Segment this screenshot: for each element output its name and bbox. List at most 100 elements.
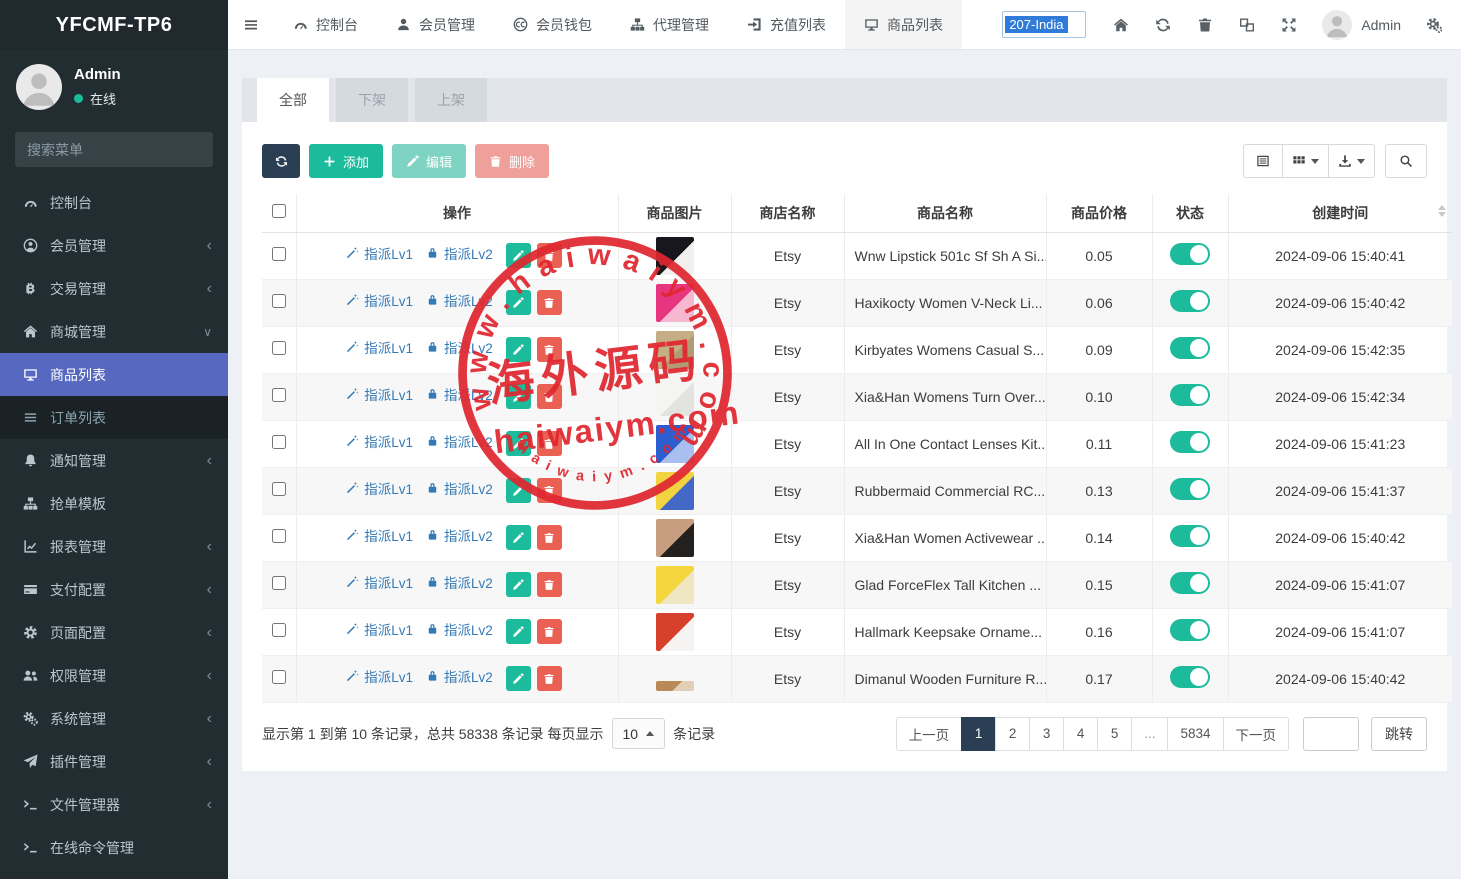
row-checkbox[interactable] (272, 623, 286, 637)
sidebar-item-7[interactable]: 抢单模板 (0, 482, 228, 525)
row-checkbox[interactable] (272, 529, 286, 543)
sidebar-item-4[interactable]: 商品列表 (0, 353, 228, 396)
assign-lv1-link[interactable]: 指派Lv1 (346, 243, 413, 263)
assign-lv2-link[interactable]: 指派Lv2 (426, 337, 493, 357)
sidebar-item-6[interactable]: 通知管理‹ (0, 439, 228, 482)
trash-icon[interactable] (1184, 0, 1226, 50)
refresh-button[interactable] (262, 144, 300, 178)
assign-lv2-link[interactable]: 指派Lv2 (426, 290, 493, 310)
status-toggle[interactable] (1170, 290, 1210, 312)
search-button[interactable] (1385, 144, 1427, 178)
page-button-5[interactable]: 5 (1097, 717, 1132, 751)
export-button[interactable] (1328, 144, 1375, 178)
status-toggle[interactable] (1170, 337, 1210, 359)
quick-search-input[interactable]: 207-India (1002, 11, 1086, 38)
columns-view-button[interactable] (1282, 144, 1329, 178)
row-checkbox[interactable] (272, 576, 286, 590)
sidebar-item-9[interactable]: 支付配置‹ (0, 568, 228, 611)
assign-lv1-link[interactable]: 指派Lv1 (346, 666, 413, 686)
edit-button[interactable]: 编辑 (392, 144, 466, 178)
row-checkbox[interactable] (272, 247, 286, 261)
sidebar-item-11[interactable]: 权限管理‹ (0, 654, 228, 697)
assign-lv1-link[interactable]: 指派Lv1 (346, 525, 413, 545)
assign-lv2-link[interactable]: 指派Lv2 (426, 572, 493, 592)
sidebar-item-2[interactable]: 交易管理‹ (0, 267, 228, 310)
sidebar-item-10[interactable]: 页面配置‹ (0, 611, 228, 654)
delete-button[interactable]: 删除 (475, 144, 549, 178)
status-toggle[interactable] (1170, 666, 1210, 688)
sidebar-item-14[interactable]: 文件管理器‹ (0, 783, 228, 826)
settings-gear-icon[interactable] (1413, 0, 1455, 50)
assign-lv1-link[interactable]: 指派Lv1 (346, 478, 413, 498)
assign-lv2-link[interactable]: 指派Lv2 (426, 478, 493, 498)
assign-lv2-link[interactable]: 指派Lv2 (426, 243, 493, 263)
row-edit-button[interactable] (506, 478, 531, 503)
page-button-3[interactable]: 3 (1029, 717, 1064, 751)
row-edit-button[interactable] (506, 337, 531, 362)
status-toggle[interactable] (1170, 431, 1210, 453)
row-edit-button[interactable] (506, 431, 531, 456)
row-edit-button[interactable] (506, 666, 531, 691)
assign-lv1-link[interactable]: 指派Lv1 (346, 384, 413, 404)
page-button-上一页[interactable]: 上一页 (896, 717, 963, 751)
navbar-item-3[interactable]: 代理管理 (611, 0, 728, 49)
sidebar-item-0[interactable]: 控制台 (0, 181, 228, 224)
row-delete-button[interactable] (537, 572, 562, 597)
navbar-item-2[interactable]: 会员钱包 (494, 0, 611, 49)
navbar-item-1[interactable]: 会员管理 (377, 0, 494, 49)
list-view-button[interactable] (1243, 144, 1283, 178)
status-toggle[interactable] (1170, 572, 1210, 594)
assign-lv2-link[interactable]: 指派Lv2 (426, 384, 493, 404)
row-edit-button[interactable] (506, 243, 531, 268)
status-toggle[interactable] (1170, 384, 1210, 406)
row-delete-button[interactable] (537, 290, 562, 315)
row-edit-button[interactable] (506, 290, 531, 315)
row-checkbox[interactable] (272, 341, 286, 355)
tab-0[interactable]: 全部 (257, 78, 329, 122)
sidebar-item-12[interactable]: 系统管理‹ (0, 697, 228, 740)
jump-page-input[interactable] (1303, 717, 1359, 751)
row-edit-button[interactable] (506, 619, 531, 644)
row-edit-button[interactable] (506, 525, 531, 550)
sidebar-item-3[interactable]: 商城管理∨ (0, 310, 228, 353)
row-delete-button[interactable] (537, 431, 562, 456)
row-edit-button[interactable] (506, 384, 531, 409)
navbar-item-4[interactable]: 充值列表 (728, 0, 845, 49)
add-button[interactable]: 添加 (309, 144, 383, 178)
jump-button[interactable]: 跳转 (1371, 717, 1427, 751)
assign-lv2-link[interactable]: 指派Lv2 (426, 619, 493, 639)
assign-lv1-link[interactable]: 指派Lv1 (346, 337, 413, 357)
row-checkbox[interactable] (272, 482, 286, 496)
page-size-select[interactable]: 10 (612, 718, 666, 749)
sidebar-item-15[interactable]: 在线命令管理 (0, 826, 228, 869)
sidebar-item-1[interactable]: 会员管理‹ (0, 224, 228, 267)
assign-lv2-link[interactable]: 指派Lv2 (426, 525, 493, 545)
row-edit-button[interactable] (506, 572, 531, 597)
row-delete-button[interactable] (537, 243, 562, 268)
row-delete-button[interactable] (537, 337, 562, 362)
page-button-1[interactable]: 1 (961, 717, 996, 751)
assign-lv2-link[interactable]: 指派Lv2 (426, 431, 493, 451)
sidebar-item-8[interactable]: 报表管理‹ (0, 525, 228, 568)
page-button-2[interactable]: 2 (995, 717, 1030, 751)
status-toggle[interactable] (1170, 525, 1210, 547)
assign-lv2-link[interactable]: 指派Lv2 (426, 666, 493, 686)
status-toggle[interactable] (1170, 619, 1210, 641)
refresh-icon[interactable] (1142, 0, 1184, 50)
navbar-item-5[interactable]: 商品列表 (845, 0, 962, 49)
assign-lv1-link[interactable]: 指派Lv1 (346, 431, 413, 451)
row-checkbox[interactable] (272, 435, 286, 449)
navbar-item-0[interactable]: 控制台 (274, 0, 377, 49)
row-delete-button[interactable] (537, 384, 562, 409)
status-toggle[interactable] (1170, 243, 1210, 265)
row-delete-button[interactable] (537, 478, 562, 503)
row-checkbox[interactable] (272, 670, 286, 684)
select-all-checkbox[interactable] (272, 204, 286, 218)
page-button-下一页[interactable]: 下一页 (1223, 717, 1290, 751)
sidebar-item-5[interactable]: 订单列表 (0, 396, 228, 439)
page-button-4[interactable]: 4 (1063, 717, 1098, 751)
home-icon[interactable] (1100, 0, 1142, 50)
assign-lv1-link[interactable]: 指派Lv1 (346, 572, 413, 592)
row-delete-button[interactable] (537, 525, 562, 550)
page-button-5834[interactable]: 5834 (1167, 717, 1223, 751)
